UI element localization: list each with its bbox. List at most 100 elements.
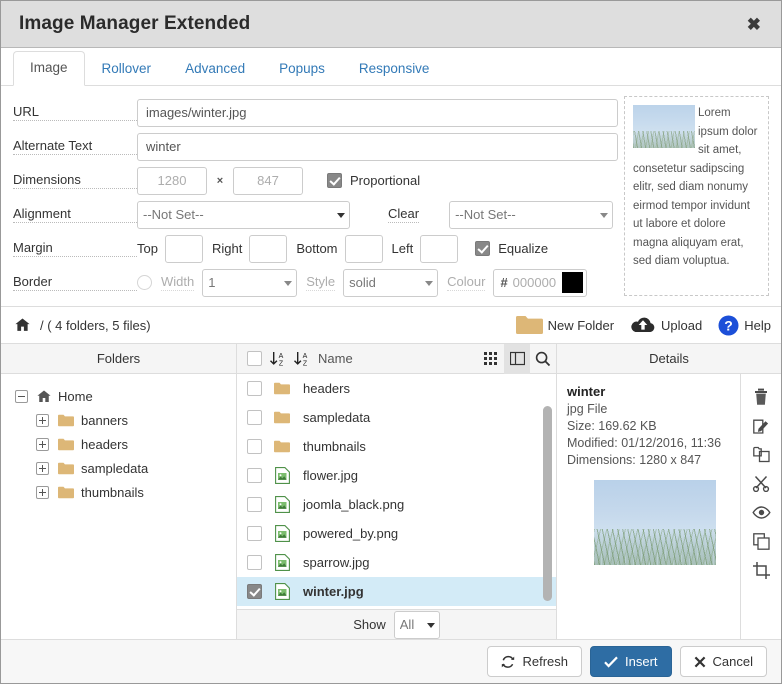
help-button[interactable]: ? Help: [718, 315, 771, 336]
expand-toggle-icon[interactable]: [36, 438, 49, 451]
alignment-row: Alignment --Not Set-- Clear --Not Set--: [13, 198, 618, 231]
show-label: Show: [353, 617, 386, 632]
search-icon[interactable]: [530, 344, 556, 374]
clear-select-wrap: --Not Set--: [449, 201, 613, 229]
margin-left-input[interactable]: [420, 235, 458, 263]
details-panel: Details winter jpg File Size: 169.62 KB …: [557, 344, 781, 639]
file-checkbox[interactable]: [247, 526, 262, 541]
border-colour-field[interactable]: # 000000: [493, 269, 587, 297]
width-input[interactable]: [137, 167, 207, 195]
expand-toggle-icon[interactable]: [36, 486, 49, 499]
list-view-icon[interactable]: [504, 344, 530, 374]
proportional-checkbox[interactable]: [327, 173, 342, 188]
file-row[interactable]: thumbnails: [237, 432, 556, 461]
sort-name-icon[interactable]: A Z: [293, 351, 310, 367]
close-x-icon: [694, 656, 706, 668]
name-column-header[interactable]: Name: [318, 351, 353, 366]
equalize-checkbox[interactable]: [475, 241, 490, 256]
detail-file-size: Size: 169.62 KB: [567, 418, 730, 435]
image-file-icon: [273, 467, 291, 484]
tree-item-home[interactable]: Home: [15, 384, 236, 408]
file-list-scrollbar[interactable]: [543, 406, 552, 601]
show-filter-bar: Show All: [237, 609, 556, 639]
file-row[interactable]: sparrow.jpg: [237, 548, 556, 577]
upload-button[interactable]: Upload: [630, 315, 702, 335]
collapse-toggle-icon[interactable]: [15, 390, 28, 403]
dialog-titlebar: Image Manager Extended ✖: [1, 1, 781, 48]
edit-icon[interactable]: [746, 411, 776, 440]
home-icon[interactable]: [15, 318, 30, 332]
file-checkbox[interactable]: [247, 497, 262, 512]
file-checkbox[interactable]: [247, 584, 262, 599]
detail-file-dimensions: Dimensions: 1280 x 847: [567, 452, 730, 469]
grid-view-icon[interactable]: [478, 344, 504, 374]
rename-icon[interactable]: [746, 440, 776, 469]
show-select[interactable]: All: [394, 611, 440, 639]
file-checkbox[interactable]: [247, 410, 262, 425]
file-checkbox[interactable]: [247, 555, 262, 570]
border-style-select[interactable]: solid: [343, 269, 438, 297]
folder-tree: Home banners headers: [1, 374, 236, 639]
insert-label: Insert: [625, 654, 658, 669]
border-enable-checkbox[interactable]: [137, 275, 152, 290]
margin-right-input[interactable]: [249, 235, 287, 263]
expand-toggle-icon[interactable]: [36, 414, 49, 427]
file-checkbox[interactable]: [247, 381, 262, 396]
margin-top-input[interactable]: [165, 235, 203, 263]
tab-advanced[interactable]: Advanced: [168, 52, 262, 86]
cut-icon[interactable]: [746, 469, 776, 498]
file-row-selected[interactable]: winter.jpg: [237, 577, 556, 606]
tree-item-sampledata[interactable]: sampledata: [15, 456, 236, 480]
close-icon[interactable]: ✖: [743, 14, 765, 35]
url-input[interactable]: [137, 99, 618, 127]
image-form: URL Alternate Text Dimensions × Proporti…: [1, 86, 781, 306]
tree-item-label: banners: [81, 413, 128, 428]
home-icon: [37, 390, 51, 403]
details-header: Details: [557, 344, 781, 374]
file-row[interactable]: sampledata: [237, 403, 556, 432]
cancel-label: Cancel: [713, 654, 753, 669]
folder-icon: [58, 462, 74, 475]
image-manager-dialog: Image Manager Extended ✖ Image Rollover …: [0, 0, 782, 684]
tree-item-thumbnails[interactable]: thumbnails: [15, 480, 236, 504]
trash-icon[interactable]: [746, 382, 776, 411]
upload-label: Upload: [661, 318, 702, 333]
file-row[interactable]: powered_by.png: [237, 519, 556, 548]
clear-select[interactable]: --Not Set--: [449, 201, 613, 229]
tree-item-banners[interactable]: banners: [15, 408, 236, 432]
refresh-button[interactable]: Refresh: [487, 646, 582, 677]
colour-swatch[interactable]: [562, 272, 583, 293]
file-row[interactable]: headers: [237, 374, 556, 403]
file-row[interactable]: flower.jpg: [237, 461, 556, 490]
image-file-icon: [273, 554, 291, 571]
url-row: URL: [13, 96, 618, 129]
margin-bottom-input[interactable]: [345, 235, 383, 263]
tab-popups[interactable]: Popups: [262, 52, 342, 86]
alt-text-input[interactable]: [137, 133, 618, 161]
preview-icon[interactable]: [746, 498, 776, 527]
upload-cloud-icon: [630, 315, 656, 335]
sort-az-icon[interactable]: A Z: [269, 351, 286, 367]
help-question-icon: ?: [718, 315, 739, 336]
border-width-select[interactable]: 1: [202, 269, 297, 297]
tab-rollover[interactable]: Rollover: [85, 52, 169, 86]
crop-icon[interactable]: [746, 556, 776, 585]
expand-toggle-icon[interactable]: [36, 462, 49, 475]
alignment-label: Alignment: [13, 206, 137, 223]
file-row[interactable]: joomla_black.png: [237, 490, 556, 519]
copy-icon[interactable]: [746, 527, 776, 556]
tab-image[interactable]: Image: [13, 51, 85, 86]
tab-responsive[interactable]: Responsive: [342, 52, 447, 86]
height-input[interactable]: [233, 167, 303, 195]
alignment-select[interactable]: --Not Set--: [137, 201, 350, 229]
tree-item-headers[interactable]: headers: [15, 432, 236, 456]
file-checkbox[interactable]: [247, 468, 262, 483]
border-colour-value: 000000: [513, 275, 563, 290]
new-folder-button[interactable]: New Folder: [516, 315, 614, 335]
cancel-button[interactable]: Cancel: [680, 646, 767, 677]
insert-button[interactable]: Insert: [590, 646, 672, 677]
dimensions-label: Dimensions: [13, 172, 137, 189]
file-checkbox[interactable]: [247, 439, 262, 454]
select-all-checkbox[interactable]: [247, 351, 262, 366]
border-colour-label: Colour: [447, 274, 485, 291]
